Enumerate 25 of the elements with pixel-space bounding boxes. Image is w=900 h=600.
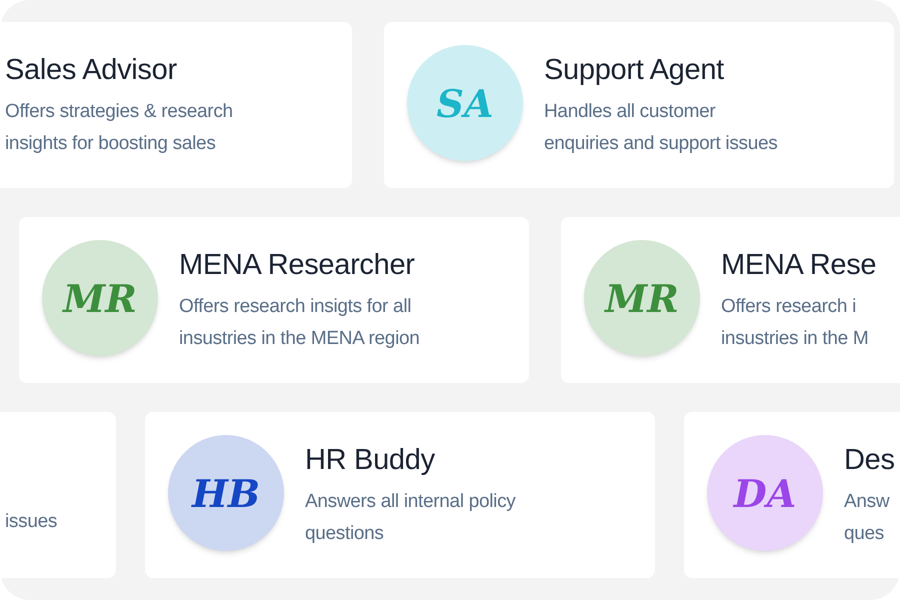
agent-card[interactable]: MR MENA Rese Offers research i insustries in the M	[561, 217, 900, 383]
avatar: MR	[584, 240, 700, 356]
agent-description: issues	[5, 510, 58, 534]
agent-card[interactable]: SA Support Agent Handles all customer enquiries and support issues	[384, 22, 894, 188]
agent-description: Offers strategies & research insights for boosting sales	[5, 100, 233, 156]
agent-description: Offers research insigts for all insustries in the MENA region	[179, 295, 420, 351]
avatar: DA	[707, 435, 823, 551]
agent-title: MENA Researcher	[179, 248, 416, 283]
agent-card[interactable]: Sales Advisor Offers strategies & research insights for boosting sales	[0, 22, 352, 188]
avatar: MR	[42, 240, 158, 356]
avatar: HB	[168, 435, 284, 551]
agent-title: MENA Rese	[721, 248, 876, 283]
agent-description: Answers all internal policy questions	[305, 490, 516, 546]
agent-description: Answ ques	[844, 490, 890, 546]
agent-title: HR Buddy	[305, 443, 436, 478]
agent-card[interactable]: DA Des Answ ques	[684, 412, 900, 578]
agent-title: Des	[844, 443, 895, 478]
agent-description: Handles all customer enquiries and support issues	[544, 100, 778, 156]
agent-title: Support Agent	[544, 53, 725, 88]
agent-card[interactable]: issues	[0, 412, 116, 578]
agent-description: Offers research i insustries in the M	[721, 295, 870, 351]
avatar: SA	[407, 45, 523, 161]
agent-card[interactable]: HB HR Buddy Answers all internal policy questions	[145, 412, 655, 578]
agent-card[interactable]: MR MENA Researcher Offers research insigts for all insustries in the MENA region	[19, 217, 529, 383]
agent-title: Sales Advisor	[5, 53, 178, 88]
